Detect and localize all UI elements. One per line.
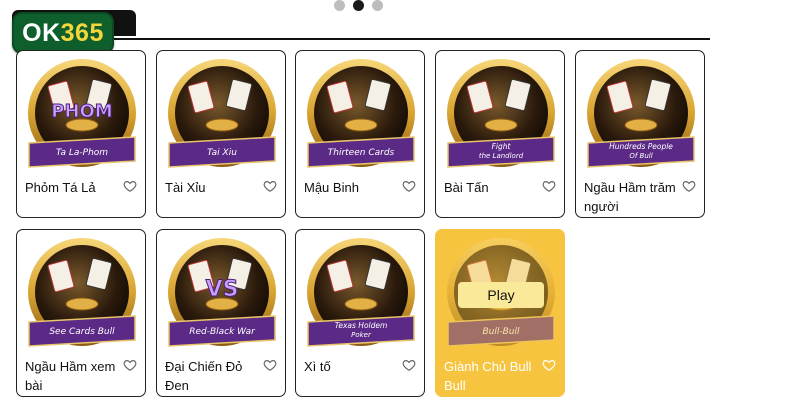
phom-icon: PHOM Ta La-Phom bbox=[23, 57, 141, 175]
heart-icon[interactable] bbox=[682, 179, 696, 193]
game-card-red-black-war[interactable]: VS Red-Black War Đại Chiến Đỏ Đen bbox=[156, 229, 286, 397]
banner-text: the Landlord bbox=[479, 152, 524, 160]
game-name: Ngầu Hầm xem bài bbox=[25, 359, 116, 393]
game-card-xi-to[interactable]: Texas Holdem Poker Xì tố bbox=[295, 229, 425, 397]
game-thumbnail: Thirteen Cards bbox=[307, 59, 415, 168]
game-name: Tài Xỉu bbox=[165, 180, 206, 195]
game-thumbnail: VS Red-Black War bbox=[168, 238, 276, 347]
game-name: Mậu Binh bbox=[304, 180, 359, 195]
game-card-mau-binh[interactable]: Thirteen Cards Mậu Binh bbox=[295, 50, 425, 218]
heart-icon[interactable] bbox=[263, 179, 277, 193]
hundreds-bull-icon: Hundreds People Of Bull bbox=[582, 57, 700, 175]
heart-icon[interactable] bbox=[123, 179, 137, 193]
coin-art bbox=[65, 297, 99, 311]
game-name: Giành Chủ Bull Bull bbox=[444, 359, 532, 393]
game-thumbnail: Fightthe Landlord bbox=[447, 59, 555, 168]
art-text: VS bbox=[206, 277, 239, 302]
heart-icon[interactable] bbox=[542, 179, 556, 193]
art-text: PHOM bbox=[51, 101, 112, 122]
game-card-see-cards-bull[interactable]: See Cards Bull Ngầu Hầm xem bài bbox=[16, 229, 146, 397]
game-thumbnail: Texas HoldemPoker bbox=[307, 238, 415, 347]
game-card-tai-xiu[interactable]: Tai Xiu Tài Xỉu bbox=[156, 50, 286, 218]
play-button[interactable]: Play bbox=[458, 282, 544, 308]
game-card-hundreds-bull[interactable]: Hundreds People Of Bull Ngầu Hầm trăm ngư… bbox=[575, 50, 705, 218]
category-tab-bar: hất bbox=[12, 10, 710, 40]
thirteen-cards-icon: Thirteen Cards bbox=[302, 57, 420, 175]
heart-icon[interactable] bbox=[402, 358, 416, 372]
heart-icon[interactable] bbox=[402, 179, 416, 193]
coin-art bbox=[344, 297, 378, 311]
game-thumbnail: Hundreds PeopleOf Bull bbox=[587, 59, 695, 168]
banner-text: Of Bull bbox=[629, 152, 652, 160]
texas-holdem-icon: Texas Holdem Poker bbox=[302, 236, 420, 354]
game-name: Xì tố bbox=[304, 359, 331, 374]
banner-text: Bull-Bull bbox=[482, 327, 520, 337]
heart-icon[interactable] bbox=[542, 358, 556, 372]
game-card-bai-tan[interactable]: Fight the Landlord Bài Tấn bbox=[435, 50, 565, 218]
ok365-logo[interactable]: OK 365 bbox=[12, 12, 114, 54]
heart-icon[interactable] bbox=[123, 358, 137, 372]
coin-art bbox=[344, 118, 378, 132]
banner-text: Red-Black War bbox=[189, 327, 256, 337]
banner-text: See Cards Bull bbox=[49, 327, 115, 337]
game-thumbnail: PHOM Ta La-Phom bbox=[28, 59, 136, 168]
coin-art bbox=[205, 118, 239, 132]
game-name: Bài Tấn bbox=[444, 180, 489, 195]
game-name: Ngầu Hầm trăm người bbox=[584, 180, 676, 214]
banner-text: Ta La-Phom bbox=[56, 148, 108, 158]
heart-icon[interactable] bbox=[263, 358, 277, 372]
game-thumbnail: See Cards Bull bbox=[28, 238, 136, 347]
logo-prefix: OK bbox=[22, 18, 61, 47]
game-card-bull-bull[interactable]: Bull-Bull Play Giành Chủ Bull Bull bbox=[435, 229, 565, 397]
see-cards-bull-icon: See Cards Bull bbox=[23, 236, 141, 354]
game-thumbnail: Tai Xiu bbox=[168, 59, 276, 168]
tai-xiu-icon: Tai Xiu bbox=[163, 57, 281, 175]
banner-text: Thirteen Cards bbox=[328, 148, 395, 158]
banner-text: Fight bbox=[492, 142, 512, 151]
red-black-war-icon: VS Red-Black War bbox=[163, 236, 281, 354]
game-name: Phỏm Tá Lả bbox=[25, 180, 96, 195]
banner-text: Tai Xiu bbox=[207, 148, 237, 158]
logo-number: 365 bbox=[60, 18, 104, 47]
coin-art bbox=[484, 118, 518, 132]
banner-text: Hundreds People bbox=[609, 142, 673, 151]
banner-text: Texas Holdem bbox=[335, 321, 388, 330]
fight-landlord-icon: Fight the Landlord bbox=[442, 57, 560, 175]
game-card-phom[interactable]: PHOM Ta La-Phom Phỏm Tá Lả bbox=[16, 50, 146, 218]
banner-text: Poker bbox=[351, 331, 372, 339]
game-name: Đại Chiến Đỏ Đen bbox=[165, 359, 243, 393]
coin-art bbox=[624, 118, 658, 132]
